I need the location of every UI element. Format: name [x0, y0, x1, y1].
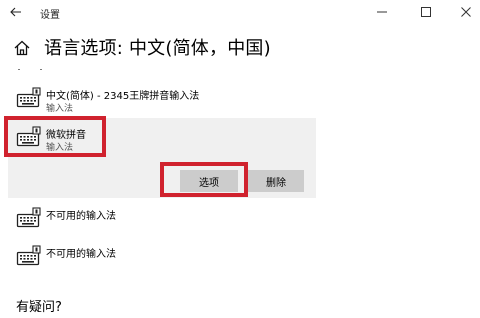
- page-title: 语言选项: 中文(简体，中国): [44, 38, 271, 59]
- keyboard-type: 输入法: [46, 104, 74, 114]
- help-heading: 有疑问?: [16, 300, 62, 315]
- highlight-box-keyboard: [4, 116, 106, 157]
- keyboard-name: 中文(简体) - 2345王牌拼音输入法: [46, 91, 200, 102]
- minimize-button[interactable]: [374, 4, 390, 20]
- keyboard-icon: [16, 207, 41, 228]
- home-button[interactable]: [12, 38, 32, 58]
- close-button[interactable]: [458, 4, 474, 20]
- maximize-button[interactable]: [418, 4, 434, 20]
- title-bar: 设置: [0, 0, 480, 26]
- delete-button[interactable]: 删除: [248, 170, 304, 192]
- back-arrow-icon: [10, 7, 21, 17]
- keyboard-item-unavailable-1[interactable]: 不可用的输入法: [0, 204, 320, 228]
- keyboard-name: 不可用的输入法: [46, 249, 116, 260]
- keyboard-icon: [16, 87, 41, 108]
- close-icon: [461, 7, 471, 17]
- home-icon: [14, 40, 30, 56]
- keyboard-icon: [16, 245, 41, 266]
- app-title: 设置: [40, 10, 60, 21]
- keyboard-icon-partial: [18, 62, 42, 70]
- highlight-box-options: [160, 162, 248, 197]
- keyboard-item-unavailable-2[interactable]: 不可用的输入法: [0, 242, 320, 266]
- back-button[interactable]: [6, 3, 26, 21]
- maximize-icon: [421, 7, 431, 17]
- minimize-icon: [377, 11, 387, 13]
- keyboard-name: 不可用的输入法: [46, 211, 116, 222]
- keyboard-item-2345[interactable]: 中文(简体) - 2345王牌拼音输入法 输入法: [0, 82, 320, 116]
